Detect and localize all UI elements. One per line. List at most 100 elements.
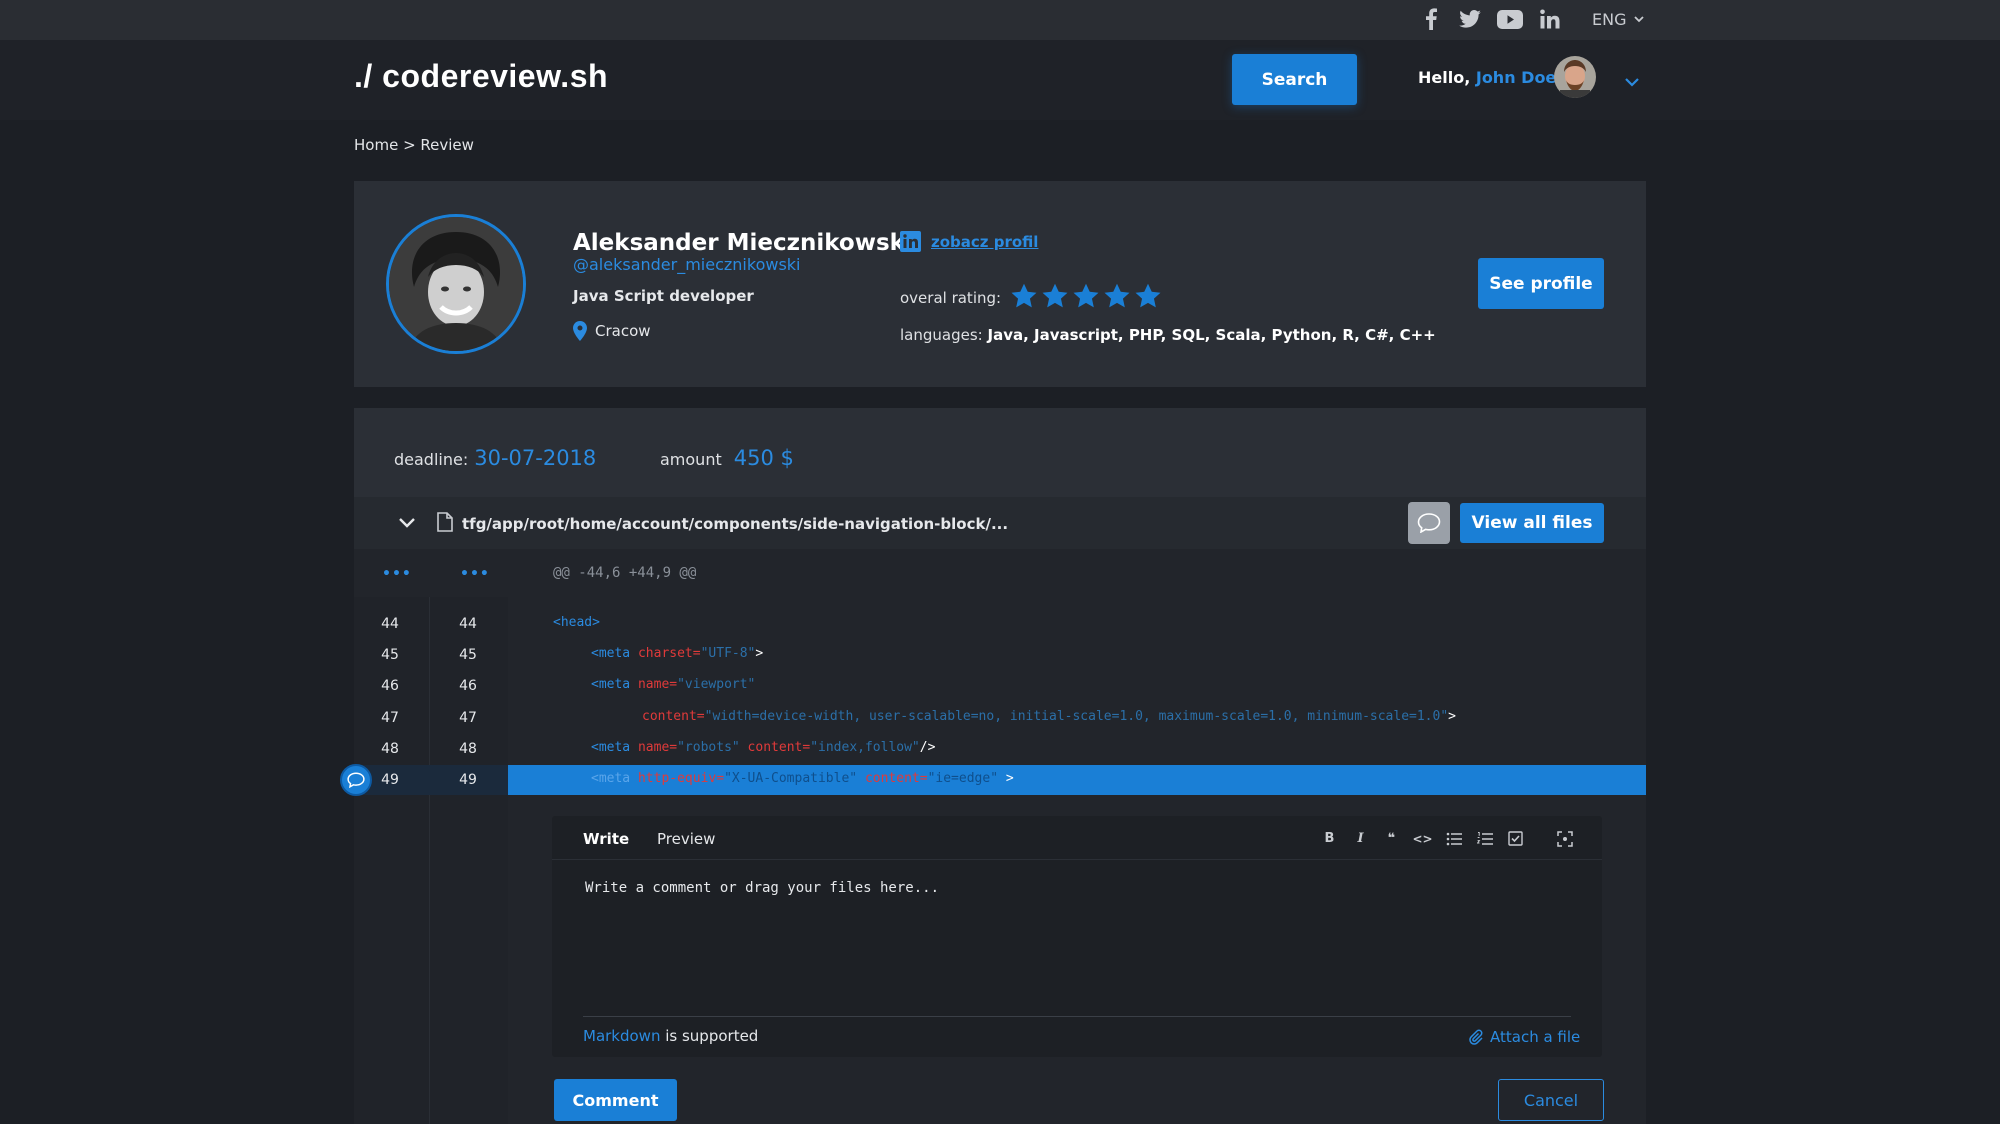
linkedin-profile-link[interactable]: zobacz profil (900, 231, 1038, 252)
location-text: Cracow (595, 322, 651, 340)
code-attr: name= (630, 740, 678, 755)
code-line: content="width=device-width, user-scalab… (642, 709, 1456, 724)
code-string: "UTF-8" (700, 646, 756, 661)
toggle-comments-button[interactable] (1408, 502, 1450, 544)
code-line: <meta http-equiv="X-UA-Compatible" conte… (591, 771, 1014, 786)
new-line-number: 47 (459, 710, 477, 726)
reviewer-avatar (386, 214, 526, 354)
code-plain: > (755, 646, 764, 661)
comment-textarea[interactable] (585, 880, 1565, 1000)
code-plain: > (998, 771, 1014, 786)
facebook-icon[interactable] (1422, 8, 1440, 30)
twitter-icon[interactable] (1459, 10, 1481, 28)
new-line-number: 46 (459, 678, 477, 694)
cancel-button[interactable]: Cancel (1498, 1079, 1604, 1121)
code-string: "width=device-width, user-scalable=no, i… (704, 709, 1449, 724)
breadcrumb[interactable]: Home > Review (354, 136, 474, 154)
attach-label[interactable]: Attach a file (1490, 1028, 1580, 1046)
markdown-note: Markdown is supported (583, 1027, 758, 1045)
chevron-down-icon (1634, 16, 1645, 23)
location-pin-icon (573, 321, 587, 341)
languages-label: languages: (900, 326, 983, 344)
code-tag: <meta (591, 677, 631, 692)
languages: languages: Java, Javascript, PHP, SQL, S… (900, 326, 1436, 344)
old-line-number: 44 (381, 616, 399, 632)
comment-submit-button[interactable]: Comment (554, 1079, 677, 1121)
expand-down-dots[interactable]: ••• (460, 566, 490, 582)
speech-bubble-icon (347, 772, 365, 788)
editor-divider (552, 859, 1602, 860)
paperclip-icon (1469, 1029, 1483, 1045)
star-icon (1011, 283, 1037, 308)
old-line-number: 48 (381, 741, 399, 757)
fullscreen-icon[interactable] (1555, 829, 1574, 848)
rating-label: overal rating: (900, 289, 1002, 307)
profile-card (354, 181, 1646, 387)
code-tag: <meta (591, 740, 631, 755)
markdown-link[interactable]: Markdown (583, 1027, 660, 1045)
star-icon (1073, 283, 1099, 308)
user-name-link[interactable]: John Doe (1476, 68, 1556, 87)
bold-icon[interactable]: B (1320, 829, 1339, 848)
greeting-text: Hello, (1418, 68, 1471, 87)
italic-icon[interactable]: I (1351, 829, 1370, 848)
languages-list: Java, Javascript, PHP, SQL, Scala, Pytho… (987, 326, 1436, 344)
deadline-label: deadline: (394, 450, 469, 469)
old-line-number: 49 (381, 772, 399, 788)
user-avatar[interactable] (1554, 56, 1596, 98)
rating-stars (1010, 282, 1162, 310)
code-line: <meta name="viewport" (591, 677, 755, 692)
hunk-header: @@ -44,6 +44,9 @@ (553, 565, 697, 581)
gutter-divider (429, 597, 430, 1124)
new-line-number: 48 (459, 741, 477, 757)
code-attr: content= (739, 740, 811, 755)
editor-toolbar: B I ❝ <> (1320, 829, 1574, 848)
star-icon (1042, 283, 1068, 308)
deadline-value: 30-07-2018 (474, 446, 597, 470)
collapse-chevron-icon[interactable] (398, 514, 416, 533)
code-tag: <head> (553, 615, 600, 630)
code-icon[interactable]: <> (1412, 829, 1432, 848)
view-all-files-button[interactable]: View all files (1460, 503, 1604, 543)
reviewer-handle[interactable]: @aleksander_miecznikowski (573, 255, 801, 274)
tab-preview[interactable]: Preview (657, 830, 715, 848)
header (0, 40, 2000, 120)
search-button[interactable]: Search (1232, 54, 1357, 105)
see-profile-button[interactable]: See profile (1478, 258, 1604, 309)
greeting: Hello, John Doe (1418, 68, 1556, 87)
logo[interactable]: ./ codereview.sh (354, 58, 608, 95)
line-comment-badge[interactable] (340, 764, 372, 796)
code-string: "index,follow" (810, 740, 920, 755)
reviewer-location: Cracow (573, 321, 651, 341)
code-string: "X-UA-Compatible" (724, 771, 858, 786)
code-plain: /> (919, 740, 936, 755)
speech-bubble-icon (1417, 513, 1441, 533)
code-attr: http-equiv= (630, 771, 725, 786)
quote-icon[interactable]: ❝ (1382, 829, 1401, 848)
top-bar (0, 0, 2000, 40)
code-line: <head> (553, 615, 600, 630)
expand-up-dots[interactable]: ••• (382, 566, 412, 582)
youtube-icon[interactable] (1497, 10, 1523, 29)
old-line-number: 46 (381, 678, 399, 694)
new-line-number: 49 (459, 772, 477, 788)
attach-file-link[interactable]: Attach a file (1468, 1028, 1580, 1046)
file-path: tfg/app/root/home/account/components/sid… (462, 515, 1009, 533)
user-menu-chevron-icon[interactable] (1624, 72, 1640, 91)
code-line: <meta charset="UTF-8"> (591, 646, 763, 661)
reviewer-role: Java Script developer (573, 287, 754, 305)
tab-write[interactable]: Write (583, 830, 629, 848)
task-list-icon[interactable] (1506, 829, 1525, 848)
language-label: ENG (1592, 10, 1627, 29)
linkedin-icon[interactable] (1540, 9, 1560, 29)
reviewer-name: Aleksander Miecznikowski (573, 230, 913, 256)
bullet-list-icon[interactable] (1444, 829, 1463, 848)
code-attr: content= (857, 771, 928, 786)
new-line-number: 45 (459, 647, 477, 663)
language-selector[interactable]: ENG (1592, 10, 1645, 29)
numbered-list-icon[interactable] (1475, 829, 1494, 848)
profile-link-label[interactable]: zobacz profil (931, 233, 1038, 251)
editor-divider (583, 1016, 1571, 1017)
amount: amount 450 $ (660, 446, 794, 470)
markdown-suffix: is supported (660, 1027, 759, 1045)
